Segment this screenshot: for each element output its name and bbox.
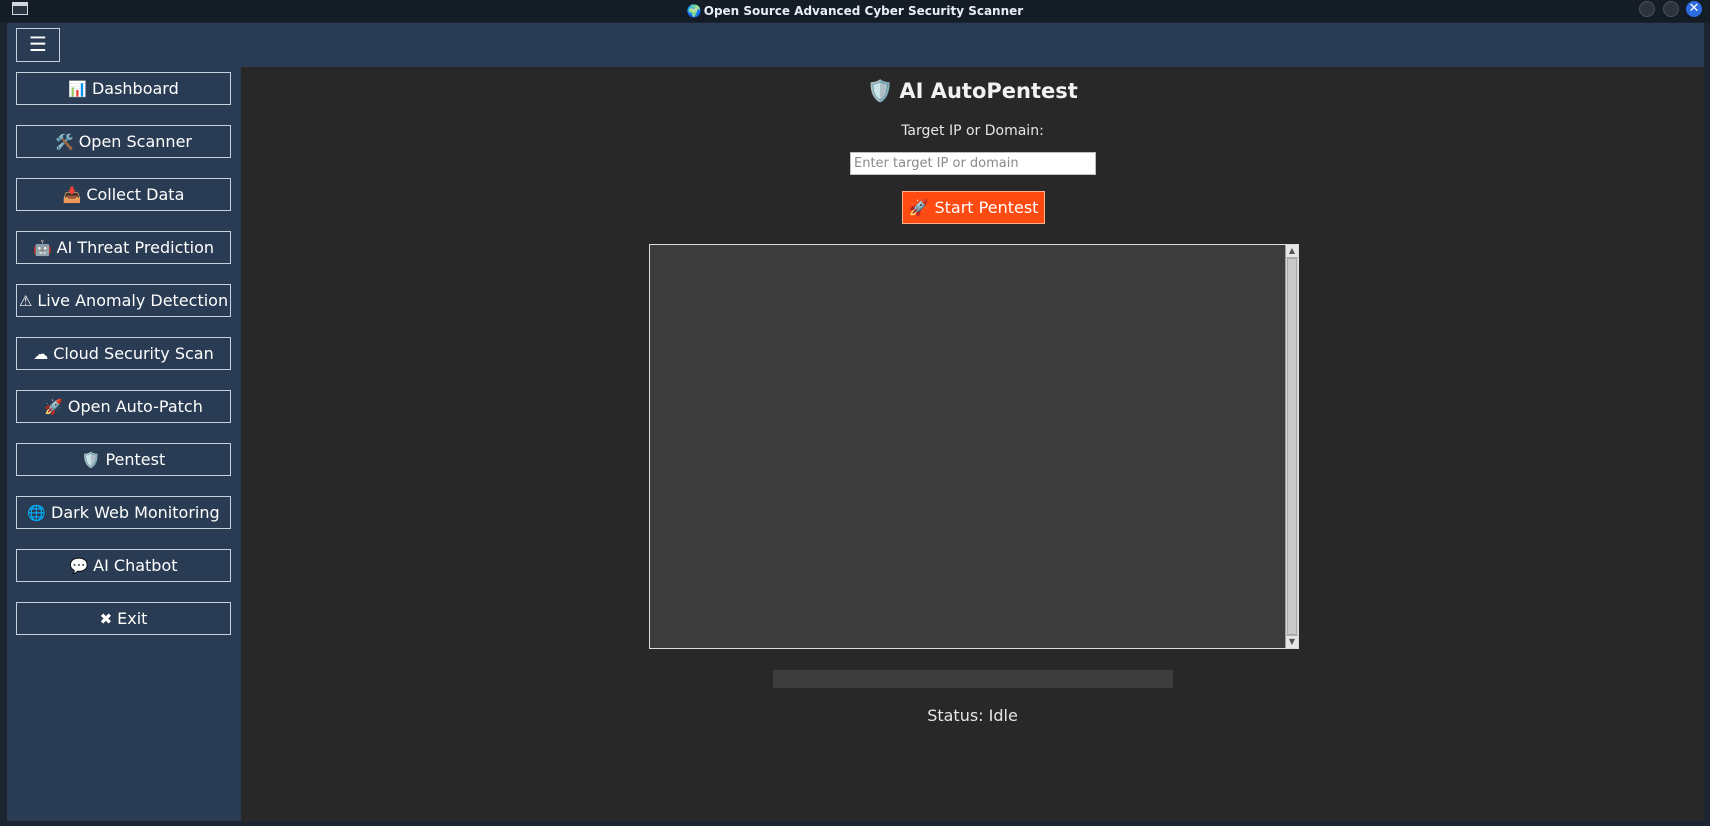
output-log-text[interactable]	[650, 245, 1284, 648]
top-bar: ☰	[7, 23, 1704, 67]
cloud-icon: ☁	[33, 344, 49, 363]
page-title-text: AI AutoPentest	[899, 79, 1078, 103]
speech-bubble-icon: 💬	[69, 556, 89, 575]
start-pentest-button[interactable]: 🚀 Start Pentest	[902, 191, 1045, 224]
scroll-down-arrow-icon[interactable]: ▼	[1286, 635, 1298, 648]
nav-label: Pentest	[105, 450, 166, 469]
nav-open-scanner-button[interactable]: 🛠️ Open Scanner	[16, 125, 231, 158]
minimize-button[interactable]	[1639, 1, 1655, 17]
nav-live-anomaly-detection-button[interactable]: ⚠ Live Anomaly Detection	[16, 284, 231, 317]
scroll-thumb[interactable]	[1287, 258, 1297, 635]
nav-ai-threat-prediction-button[interactable]: 🤖 AI Threat Prediction	[16, 231, 231, 264]
output-log[interactable]: ▲ ▼	[649, 244, 1299, 649]
start-pentest-label: Start Pentest	[934, 198, 1039, 217]
main-panel: 🛡️AI AutoPentest Target IP or Domain: 🚀 …	[241, 67, 1704, 821]
nav-label: Cloud Security Scan	[53, 344, 214, 363]
output-scrollbar[interactable]: ▲ ▼	[1285, 245, 1298, 648]
nav-ai-chatbot-button[interactable]: 💬 AI Chatbot	[16, 549, 231, 582]
warning-icon: ⚠	[18, 291, 33, 310]
shield-icon: 🛡️	[867, 79, 894, 103]
robot-icon: 🤖	[32, 238, 52, 257]
maximize-button[interactable]	[1663, 1, 1679, 17]
nav-label: AI Threat Prediction	[56, 238, 215, 257]
target-label: Target IP or Domain:	[901, 123, 1044, 139]
nav-label: Live Anomaly Detection	[37, 291, 229, 310]
chart-icon: 📊	[68, 79, 87, 98]
menu-toggle-button[interactable]: ☰	[16, 28, 60, 62]
nav-dashboard-button[interactable]: 📊 Dashboard	[16, 72, 231, 105]
nav-label: Open Scanner	[78, 132, 192, 151]
nav-cloud-security-scan-button[interactable]: ☁ Cloud Security Scan	[16, 337, 231, 370]
window-title: Open Source Advanced Cyber Security Scan…	[703, 4, 1024, 18]
nav-exit-button[interactable]: ✖ Exit	[16, 602, 231, 635]
nav-label: Collect Data	[86, 185, 185, 204]
nav-dark-web-monitoring-button[interactable]: 🌐 Dark Web Monitoring	[16, 496, 231, 529]
scroll-up-arrow-icon[interactable]: ▲	[1286, 245, 1298, 258]
nav-label: AI Chatbot	[93, 556, 178, 575]
tools-icon: 🛠️	[55, 132, 74, 151]
inbox-tray-icon: 📥	[62, 185, 82, 204]
nav-open-auto-patch-button[interactable]: 🚀 Open Auto-Patch	[16, 390, 231, 423]
close-window-button[interactable]: ✕	[1686, 1, 1702, 17]
globe-icon: 🌍	[686, 4, 702, 18]
progress-bar	[773, 670, 1173, 688]
window-app-icon	[12, 2, 28, 15]
nav-collect-data-button[interactable]: 📥 Collect Data	[16, 178, 231, 211]
window-titlebar: 🌍 Open Source Advanced Cyber Security Sc…	[0, 0, 1710, 22]
nav-label: Dashboard	[91, 79, 179, 98]
sidebar: 📊 Dashboard 🛠️ Open Scanner 📥 Collect Da…	[7, 67, 241, 821]
target-input[interactable]	[850, 152, 1096, 175]
nav-label: Open Auto-Patch	[67, 397, 203, 416]
status-label: Status: Idle	[927, 706, 1018, 725]
shield-icon: 🛡️	[81, 450, 101, 469]
nav-pentest-button[interactable]: 🛡️ Pentest	[16, 443, 231, 476]
nav-label: Exit	[117, 609, 148, 628]
nav-label: Dark Web Monitoring	[51, 503, 220, 522]
rocket-icon: 🚀	[908, 198, 929, 217]
page-title: 🛡️ AI AutoPentest	[241, 79, 1704, 104]
rocket-icon: 🚀	[44, 397, 63, 416]
close-icon: ✖	[99, 609, 113, 628]
globe-network-icon: 🌐	[27, 503, 47, 522]
